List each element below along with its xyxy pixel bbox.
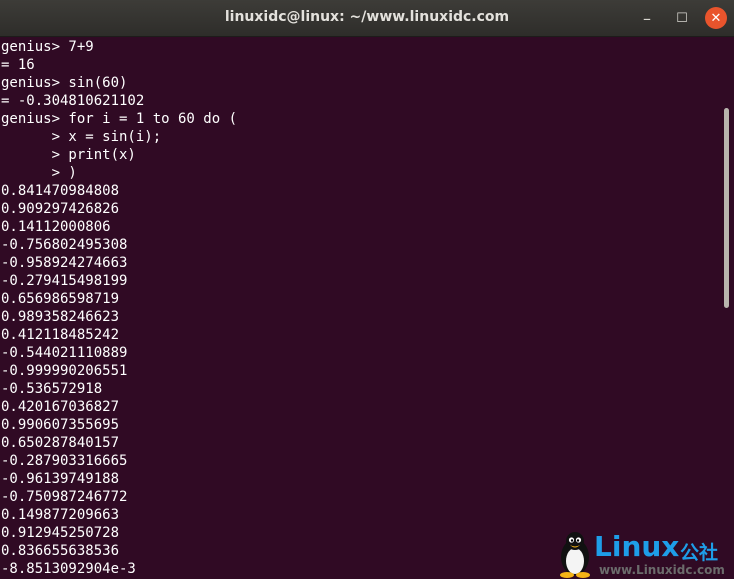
terminal-line: genius> for i = 1 to 60 do ( (1, 111, 238, 127)
terminal-line: -0.279415498199 (1, 273, 128, 289)
terminal-window: linuxidc@linux: ~/www.linuxidc.com – ☐ ✕… (0, 0, 734, 579)
terminal-line: -0.544021110889 (1, 345, 128, 361)
terminal-line: > print(x) (1, 147, 136, 163)
terminal-line: -0.287903316665 (1, 453, 128, 469)
terminal-output[interactable]: genius> 7+9 = 16 genius> sin(60) = -0.30481… (0, 37, 722, 579)
watermark-brand: Linux (594, 530, 680, 563)
minimize-button[interactable]: – (636, 7, 658, 29)
title-bar[interactable]: linuxidc@linux: ~/www.linuxidc.com – ☐ ✕ (0, 0, 734, 37)
window-title: linuxidc@linux: ~/www.linuxidc.com (224, 9, 510, 25)
terminal-line: -0.536572918 (1, 381, 103, 397)
terminal-line: 0.989358246623 (1, 309, 120, 325)
terminal-line: 0.14112000806 (1, 219, 111, 235)
terminal-line: 0.990607355695 (1, 417, 120, 433)
terminal-line: 0.420167036827 (1, 399, 120, 415)
terminal-line: genius> 7+9 (1, 39, 94, 55)
terminal-line: 0.909297426826 (1, 201, 120, 217)
terminal-line: -0.756802495308 (1, 237, 128, 253)
terminal-line: genius> sin(60) (1, 75, 128, 91)
terminal-line: -0.750987246772 (1, 489, 128, 505)
terminal-line: > x = sin(i); (1, 129, 162, 145)
terminal-line: -0.96139749188 (1, 471, 120, 487)
close-button[interactable]: ✕ (705, 7, 727, 29)
tux-penguin-icon (560, 532, 590, 578)
terminal-line: 0.149877209663 (1, 507, 120, 523)
terminal-line: 0.841470984808 (1, 183, 120, 199)
watermark-url: www.Linuxidc.com (599, 563, 725, 577)
maximize-button[interactable]: ☐ (671, 7, 693, 29)
terminal-line: = -0.304810621102 (1, 93, 145, 109)
terminal-line: -0.999990206551 (1, 363, 128, 379)
watermark-cn: 公社 (680, 542, 719, 564)
terminal-line: = 16 (1, 57, 35, 73)
scrollbar-thumb[interactable] (724, 108, 729, 308)
terminal-line: -0.958924274663 (1, 255, 128, 271)
terminal-line: 0.656986598719 (1, 291, 120, 307)
terminal-line: 0.412118485242 (1, 327, 120, 343)
watermark-logo: Linux 公社 www.Linuxidc.com (553, 528, 734, 579)
terminal-line: 0.650287840157 (1, 435, 120, 451)
terminal-line: > ) (1, 165, 77, 181)
